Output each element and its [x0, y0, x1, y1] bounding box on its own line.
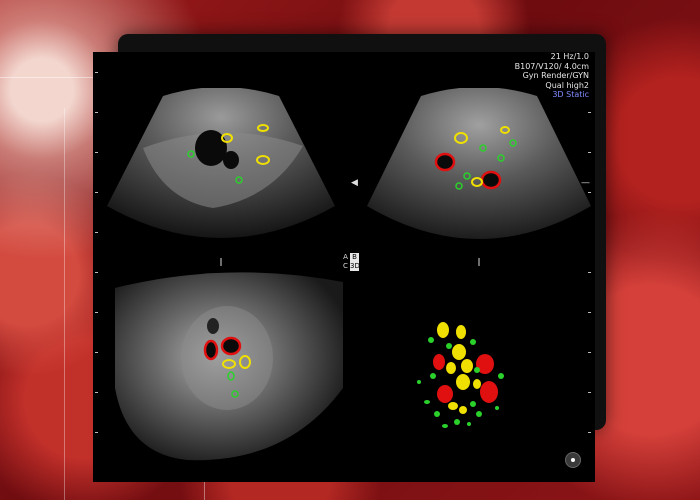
volume-params-text: B107/V120/ 4.0cm — [514, 61, 589, 71]
ultrasound-screen: 21 Hz/1.0 B107/V120/ 4.0cm Gyn Render/GY… — [93, 52, 595, 482]
depth-ruler — [95, 52, 98, 482]
follicle-cluster — [417, 322, 504, 428]
3d-render-view[interactable] — [413, 306, 523, 436]
fan-sector — [367, 88, 591, 239]
plane-b-label[interactable]: B — [350, 253, 359, 262]
plane-a-view[interactable] — [103, 88, 339, 268]
arrow-marker-icon: ◀ — [351, 178, 358, 188]
plane-b-view[interactable] — [365, 88, 593, 268]
frame-rate-text: 21 Hz/1.0 — [550, 52, 589, 61]
guide-line — [64, 108, 65, 500]
plane-3d-label[interactable]: 3D — [350, 262, 360, 271]
preset-text: Gyn Render/GYN — [522, 71, 589, 80]
guide-line — [0, 77, 96, 78]
orientation-dot-icon[interactable] — [565, 452, 581, 468]
arrow-marker-icon: — — [581, 178, 590, 188]
guide-line — [204, 482, 205, 500]
plane-a-label[interactable]: A — [341, 253, 350, 262]
plane-c-view[interactable] — [107, 268, 347, 464]
